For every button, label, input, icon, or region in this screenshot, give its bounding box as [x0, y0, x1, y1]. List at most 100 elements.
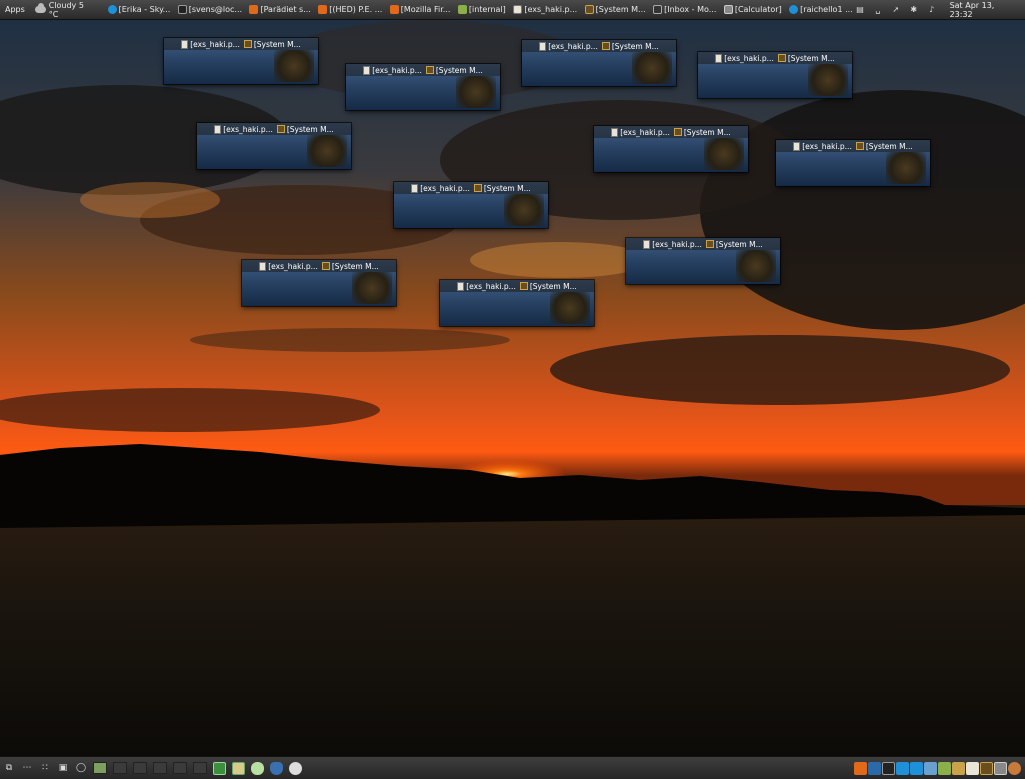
archive-icon[interactable]: [952, 761, 965, 775]
window-b-label: [System M...: [611, 41, 659, 51]
document-icon[interactable]: [966, 761, 979, 775]
file-manager-launcher-icon[interactable]: [232, 761, 245, 775]
taskbar-item-label: [Inbox - Mo...: [664, 5, 717, 14]
system-monitor-icon: [777, 54, 786, 62]
window-a-label: [exs_haki.p...: [466, 281, 516, 291]
window-thumbnail[interactable]: [exs_haki.p... [System M...: [440, 280, 594, 326]
document-icon: [793, 141, 801, 151]
taskbar-item[interactable]: [Erika - Sky...: [104, 1, 174, 19]
taskbar-item[interactable]: [Calculator]: [720, 1, 785, 19]
workspace-1[interactable]: [93, 762, 107, 774]
window-b-label: [System M...: [483, 183, 531, 193]
calculator-icon[interactable]: [994, 761, 1007, 775]
thumbnail-title-bar: [exs_haki.p... [System M...: [440, 280, 594, 292]
clock[interactable]: Sat Apr 13, 23:32: [950, 1, 1019, 19]
trash-icon[interactable]: ▣: [57, 762, 69, 774]
notes-launcher-icon[interactable]: [251, 761, 264, 775]
folder-icon[interactable]: [938, 761, 951, 775]
document-icon: [643, 239, 651, 249]
bluetooth-icon[interactable]: ✱: [910, 5, 918, 14]
weather-applet[interactable]: Cloudy 5 °C: [31, 1, 104, 19]
workspace-4[interactable]: [153, 762, 167, 774]
firefox-icon: [318, 5, 328, 14]
system-monitor-icon[interactable]: [980, 761, 993, 775]
app-grid-icon[interactable]: ∷: [39, 762, 51, 774]
window-thumbnail[interactable]: [exs_haki.p... [System M...: [626, 238, 780, 284]
window-b-label: [System M...: [683, 127, 731, 137]
taskbar-item[interactable]: [internal]: [454, 1, 510, 19]
window-a-label: [exs_haki.p...: [223, 124, 273, 134]
folder-icon: [457, 5, 467, 14]
window-a-label: [exs_haki.p...: [548, 41, 598, 51]
thumbnail-title-bar: [exs_haki.p... [System M...: [197, 123, 351, 135]
workspace-2[interactable]: [113, 762, 127, 774]
spreadsheet-launcher-icon[interactable]: [213, 761, 226, 775]
window-thumbnail[interactable]: [exs_haki.p... [System M...: [197, 123, 351, 169]
clipboard-icon[interactable]: ▤: [856, 5, 864, 14]
window-thumbnail[interactable]: [exs_haki.p... [System M...: [346, 64, 500, 110]
window-b-label: [System M...: [865, 141, 913, 151]
document-icon: [363, 65, 371, 75]
skype-icon[interactable]: [910, 761, 923, 775]
cloud-icon: [34, 3, 46, 13]
taskbar-item[interactable]: [svens@loc...: [174, 1, 246, 19]
thumbnail-title-bar: [exs_haki.p... [System M...: [698, 52, 852, 64]
window-a-label: [exs_haki.p...: [190, 39, 240, 49]
window-thumbnail[interactable]: [exs_haki.p... [System M...: [698, 52, 852, 98]
taskbar-item[interactable]: [raichello1 ...: [785, 1, 856, 19]
apps-menu-button[interactable]: Apps: [0, 5, 31, 14]
desktop-icon[interactable]: [868, 761, 881, 775]
network-icon[interactable]: ➚: [892, 5, 900, 14]
taskbar-item-label: [exs_haki.p...: [524, 5, 578, 14]
firefox-icon: [389, 5, 399, 14]
system-monitor-icon: [705, 240, 714, 248]
shield-icon[interactable]: [270, 761, 283, 775]
terminal-icon[interactable]: [882, 761, 895, 775]
taskbar-item-label: [(HED) P.E. ...: [329, 5, 383, 14]
window-a-label: [exs_haki.p...: [268, 261, 318, 271]
window-thumbnail[interactable]: [exs_haki.p... [System M...: [242, 260, 396, 306]
user-icon[interactable]: [1008, 761, 1021, 775]
document-icon: [611, 127, 619, 137]
volume-icon[interactable]: ♪: [928, 5, 936, 14]
system-monitor-icon: [425, 66, 434, 74]
window-thumbnail[interactable]: [exs_haki.p... [System M...: [394, 182, 548, 228]
window-thumbnail[interactable]: [exs_haki.p... [System M...: [594, 126, 748, 172]
window-thumbnail[interactable]: [exs_haki.p... [System M...: [164, 38, 318, 84]
taskbar-item[interactable]: [Parädiet s...: [245, 1, 314, 19]
bottom-panel: ⧉ ⋯ ∷ ▣ ◯: [0, 756, 1025, 779]
taskbar-item-label: [Calculator]: [734, 5, 782, 14]
taskbar-item[interactable]: [Inbox - Mo...: [649, 1, 720, 19]
system-monitor-icon: [243, 40, 252, 48]
taskbar-item[interactable]: [Mozilla Fir...: [386, 1, 454, 19]
window-thumbnail[interactable]: [exs_haki.p... [System M...: [776, 140, 930, 186]
taskbar-item-label: [raichello1 ...: [800, 5, 853, 14]
cube-icon[interactable]: [924, 761, 937, 775]
system-tray: ▤ ␣ ➚ ✱ ♪ Sat Apr 13, 23:32: [856, 1, 1025, 19]
keyboard-icon[interactable]: ␣: [874, 5, 882, 14]
workspace-3[interactable]: [133, 762, 147, 774]
window-a-label: [exs_haki.p...: [420, 183, 470, 193]
window-a-label: [exs_haki.p...: [372, 65, 422, 75]
thumbnail-title-bar: [exs_haki.p... [System M...: [626, 238, 780, 250]
window-thumbnail[interactable]: [exs_haki.p... [System M...: [522, 40, 676, 86]
window-b-label: [System M...: [286, 124, 334, 134]
document-icon: [181, 39, 189, 49]
more-dots-icon[interactable]: ⋯: [21, 762, 33, 774]
show-windows-icon[interactable]: ⧉: [3, 762, 15, 774]
power-icon[interactable]: ◯: [75, 762, 87, 774]
media-player-launcher-icon[interactable]: [289, 761, 302, 775]
system-monitor-icon: [673, 128, 682, 136]
taskbar-item[interactable]: [(HED) P.E. ...: [314, 1, 385, 19]
skype-icon[interactable]: [896, 761, 909, 775]
window-b-label: [System M...: [529, 281, 577, 291]
taskbar-item[interactable]: [System M...: [581, 1, 649, 19]
top-panel: Apps Cloudy 5 °C [Erika - Sky... [svens@…: [0, 0, 1025, 20]
taskbar-item[interactable]: [exs_haki.p...: [509, 1, 580, 19]
document-icon: [513, 5, 523, 14]
document-icon: [259, 261, 267, 271]
workspace-6[interactable]: [193, 762, 207, 774]
workspace-5[interactable]: [173, 762, 187, 774]
system-monitor-icon: [519, 282, 528, 290]
firefox-icon[interactable]: [854, 761, 867, 775]
